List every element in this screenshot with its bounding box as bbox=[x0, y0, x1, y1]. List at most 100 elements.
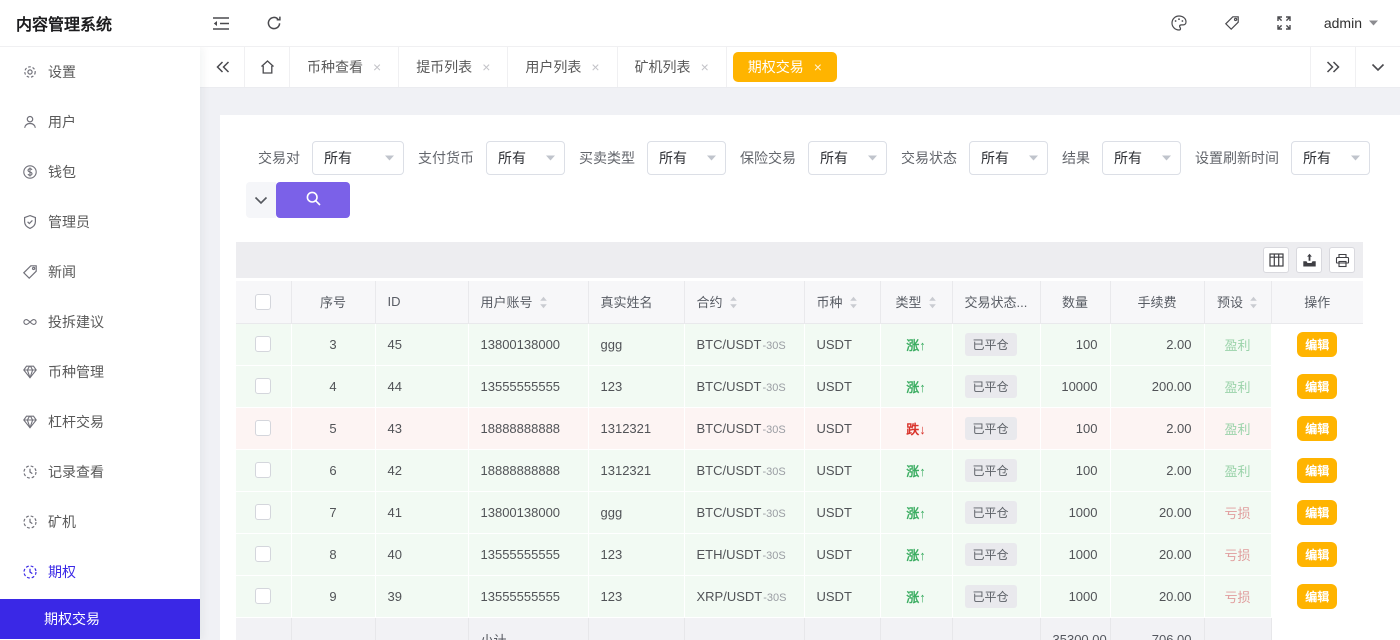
user-menu[interactable]: admin bbox=[1324, 15, 1378, 31]
filter-trading-pair: 交易对 所有 bbox=[258, 141, 404, 175]
edit-button[interactable]: 编辑 bbox=[1297, 457, 1338, 483]
row-checkbox[interactable] bbox=[255, 378, 272, 395]
filter-trade-type-select[interactable]: 所有 bbox=[647, 141, 726, 175]
gem-icon bbox=[22, 364, 38, 380]
cell-currency: USDT bbox=[804, 491, 881, 534]
filter-refresh-interval: 设置刷新时间 所有 bbox=[1195, 141, 1370, 175]
sidebar-item-options[interactable]: 期权 bbox=[0, 547, 200, 597]
sidebar-item-wallet[interactable]: 钱包 bbox=[0, 147, 200, 197]
status-badge: 已平仓 bbox=[964, 584, 1017, 608]
sort-icon[interactable] bbox=[1249, 296, 1258, 312]
cell-op: 编辑 bbox=[1270, 491, 1363, 534]
column-label: ID bbox=[387, 294, 401, 310]
edit-button[interactable]: 编辑 bbox=[1297, 373, 1338, 399]
cell-fee: 2.00 bbox=[1110, 323, 1205, 366]
refresh-icon[interactable] bbox=[266, 15, 282, 31]
filter-insurance-select[interactable]: 所有 bbox=[808, 141, 887, 175]
sidebar-item-admins[interactable]: 管理员 bbox=[0, 197, 200, 247]
status-badge: 已平仓 bbox=[964, 374, 1017, 398]
close-icon[interactable]: × bbox=[482, 60, 490, 74]
sidebar-item-miners[interactable]: 矿机 bbox=[0, 497, 200, 547]
sidebar-subitem-option-trade[interactable]: 期权交易 bbox=[0, 599, 200, 639]
sidebar-item-settings[interactable]: 设置 bbox=[0, 47, 200, 97]
select-all-checkbox[interactable] bbox=[255, 294, 272, 311]
sidebar-item-records[interactable]: 记录查看 bbox=[0, 447, 200, 497]
row-checkbox[interactable] bbox=[255, 462, 272, 479]
edit-button[interactable]: 编辑 bbox=[1297, 583, 1338, 609]
filter-result-select[interactable]: 所有 bbox=[1102, 141, 1181, 175]
cell-currency: USDT bbox=[804, 449, 881, 492]
tab-miner-list[interactable]: 矿机列表 × bbox=[618, 47, 727, 87]
edit-button[interactable]: 编辑 bbox=[1297, 499, 1338, 525]
tab-option-trade[interactable]: 期权交易 × bbox=[732, 52, 837, 82]
cell-account: 13800138000 bbox=[468, 491, 589, 534]
cell-fee: 2.00 bbox=[1110, 407, 1205, 450]
app-title: 内容管理系统 bbox=[16, 17, 113, 34]
sidebar-item-users[interactable]: 用户 bbox=[0, 97, 200, 147]
tab-user-list[interactable]: 用户列表 × bbox=[508, 47, 618, 87]
print-button[interactable] bbox=[1329, 247, 1355, 273]
column-label: 合约 bbox=[696, 294, 723, 310]
filter-pay-currency-select[interactable]: 所有 bbox=[486, 141, 565, 175]
theme-palette-icon[interactable] bbox=[1170, 14, 1188, 32]
fullscreen-icon[interactable] bbox=[1276, 15, 1292, 31]
export-button[interactable] bbox=[1296, 247, 1322, 273]
close-icon[interactable]: × bbox=[701, 60, 709, 74]
filter-refresh-interval-select[interactable]: 所有 bbox=[1291, 141, 1370, 175]
cell-type: 涨↑ bbox=[880, 323, 953, 366]
close-icon[interactable]: × bbox=[591, 60, 599, 74]
tabs-scroll-left-button[interactable] bbox=[200, 47, 245, 87]
filter-bar: 交易对 所有 支付货币 所有 买卖类型 所有 保险交易 所有 交易状态 所有 结果 所有 设置刷新时间 所… bbox=[220, 115, 1400, 175]
edit-button[interactable]: 编辑 bbox=[1297, 331, 1338, 357]
row-checkbox[interactable] bbox=[255, 504, 272, 521]
sidebar-item-coin-manage[interactable]: 币种管理 bbox=[0, 347, 200, 397]
cell-realname: ggg bbox=[588, 491, 685, 534]
sidebar-item-leverage-trade[interactable]: 杠杆交易 bbox=[0, 397, 200, 447]
home-tab-button[interactable] bbox=[245, 47, 290, 87]
sort-icon[interactable] bbox=[539, 296, 548, 312]
row-checkbox[interactable] bbox=[255, 336, 272, 353]
history-icon bbox=[22, 564, 38, 580]
table-toolbar bbox=[236, 242, 1363, 278]
columns-setting-button[interactable] bbox=[1263, 247, 1289, 273]
sidebar-item-feedback[interactable]: 投拆建议 bbox=[0, 297, 200, 347]
column-header-preset: 预设 bbox=[1204, 281, 1272, 324]
collapse-filters-button[interactable] bbox=[246, 182, 276, 218]
edit-button[interactable]: 编辑 bbox=[1297, 541, 1338, 567]
tabs-menu-button[interactable] bbox=[1355, 47, 1400, 87]
tab-withdraw-list[interactable]: 提币列表 × bbox=[399, 47, 509, 87]
footer-cell-currency bbox=[804, 617, 881, 640]
cell-qty: 1000 bbox=[1040, 575, 1111, 618]
preset-label: 亏损 bbox=[1224, 547, 1251, 563]
table-footer-row: 小计 35300.00706.00 bbox=[236, 617, 1363, 640]
search-button[interactable] bbox=[276, 182, 350, 218]
close-icon[interactable]: × bbox=[373, 60, 381, 74]
close-icon[interactable]: × bbox=[814, 60, 822, 74]
type-badge: 涨↑ bbox=[906, 589, 926, 605]
sort-icon[interactable] bbox=[849, 296, 858, 312]
filter-trading-pair-select[interactable]: 所有 bbox=[312, 141, 404, 175]
contract-pair: ETH/USDT bbox=[696, 546, 762, 562]
sidebar-item-news[interactable]: 新闻 bbox=[0, 247, 200, 297]
cell-check bbox=[236, 449, 292, 492]
cell-status: 已平仓 bbox=[952, 407, 1041, 450]
row-checkbox[interactable] bbox=[255, 420, 272, 437]
cell-account: 18888888888 bbox=[468, 449, 589, 492]
menu-fold-icon[interactable] bbox=[212, 16, 230, 31]
filter-trade-status-select[interactable]: 所有 bbox=[969, 141, 1048, 175]
table-header-row: 序号 ID 用户账号 真实姓名 合约 币种 类型 交易状态... 数量 手续费 预设 操作 bbox=[236, 281, 1363, 324]
caret-down-icon bbox=[546, 155, 555, 161]
tabs-scroll-right-button[interactable] bbox=[1310, 47, 1355, 87]
sort-icon[interactable] bbox=[729, 296, 738, 312]
edit-button[interactable]: 编辑 bbox=[1297, 415, 1338, 441]
sort-icon[interactable] bbox=[928, 296, 937, 312]
select-value: 所有 bbox=[659, 150, 687, 166]
tab-coin-view[interactable]: 币种查看 × bbox=[290, 47, 400, 87]
cell-op: 编辑 bbox=[1270, 365, 1363, 408]
tag-icon[interactable] bbox=[1224, 15, 1240, 31]
row-checkbox[interactable] bbox=[255, 588, 272, 605]
row-checkbox[interactable] bbox=[255, 546, 272, 563]
app-header: 内容管理系统 admin bbox=[0, 0, 1400, 47]
cell-realname: 1312321 bbox=[588, 449, 685, 492]
cell-contract: ETH/USDT-30S bbox=[684, 533, 805, 576]
